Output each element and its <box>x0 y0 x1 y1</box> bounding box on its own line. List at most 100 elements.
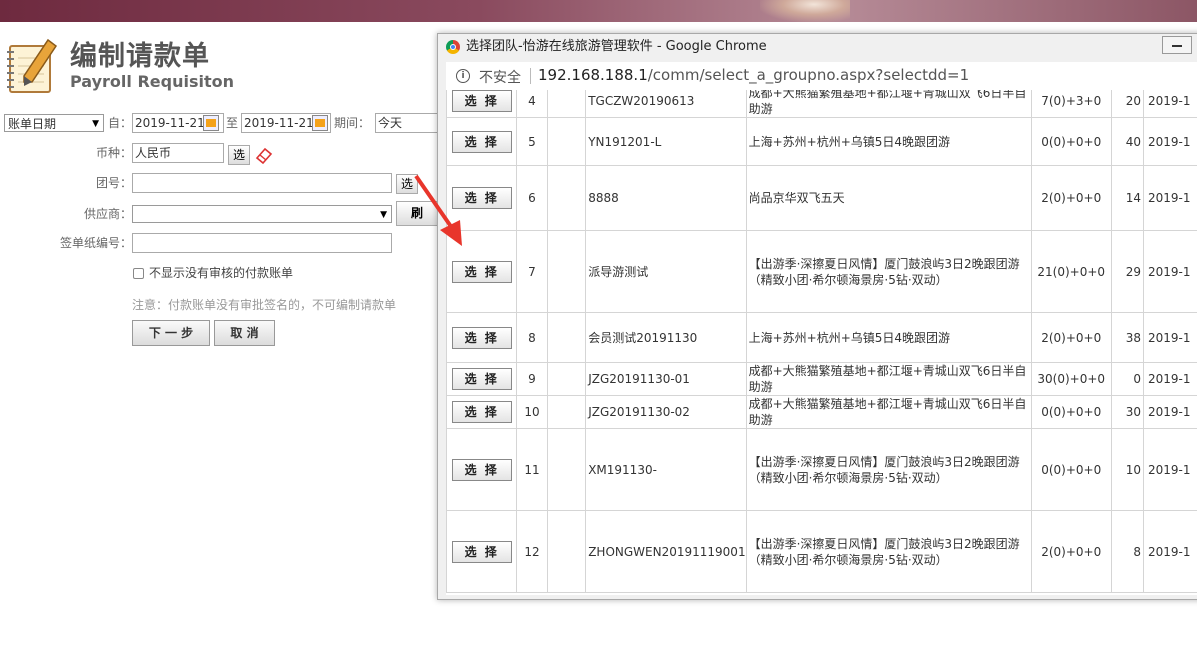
select-cell: 选 择 <box>446 117 518 166</box>
table-row: 选 择 10 JZG20191130-02 成都+大熊猫繁殖基地+都江堰+青城山双飞6… <box>446 395 1197 429</box>
group-number: ZHONGWEN20191119001 <box>585 510 747 593</box>
table-row: 选 择 4 TGCZW20190613 成都+大熊猫繁殖基地+都江堰+青城山双飞6日半… <box>446 90 1197 118</box>
calendar-icon[interactable] <box>203 115 219 131</box>
pax-count: 0(0)+0+0 <box>1030 428 1112 511</box>
select-row-button[interactable]: 选 择 <box>451 326 512 349</box>
count-cell: 40 <box>1110 117 1144 166</box>
date-cell: 2019-1 <box>1142 395 1197 429</box>
pax-count: 0(0)+0+0 <box>1030 117 1112 166</box>
route-name: 上海+苏州+杭州+乌镇5日4晚跟团游 <box>745 312 1032 363</box>
route-name: 成都+大熊猫繁殖基地+都江堰+青城山双飞6日半自助游 <box>745 395 1032 429</box>
cancel-button[interactable]: 取 消 <box>214 320 275 346</box>
date-type-select[interactable]: 账单日期 ▼ <box>4 114 104 132</box>
minimize-button[interactable] <box>1162 36 1192 54</box>
header-banner <box>0 0 1197 22</box>
currency-label: 币种： <box>96 146 133 160</box>
blank-cell <box>546 395 587 429</box>
to-label: 至 <box>226 116 239 130</box>
url-text[interactable]: 192.168.188.1/comm/select_a_groupno.aspx… <box>538 66 969 84</box>
group-list-content: 选 择 4 TGCZW20190613 成都+大熊猫繁殖基地+都江堰+青城山双飞6日半… <box>446 90 1197 595</box>
group-number: XM191130- <box>585 428 747 511</box>
blank-cell <box>546 362 587 396</box>
next-button[interactable]: 下 一 步 <box>132 320 210 346</box>
route-name: 成都+大熊猫繁殖基地+都江堰+青城山双飞6日半自助游 <box>745 90 1032 118</box>
pax-count: 21(0)+0+0 <box>1030 230 1112 313</box>
select-cell: 选 择 <box>446 362 518 396</box>
table-row: 选 择 7 派导游测试 【出游季·深擦夏日风情】厦门鼓浪屿3日2晚跟团游（精致小团·希… <box>446 230 1197 313</box>
table-row: 选 择 11 XM191130- 【出游季·深擦夏日风情】厦门鼓浪屿3日2晚跟团游（精… <box>446 428 1197 511</box>
select-row-button[interactable]: 选 择 <box>451 368 512 390</box>
period-select[interactable]: 今天 <box>375 113 437 133</box>
date-cell: 2019-1 <box>1142 428 1197 511</box>
row-index: 6 <box>516 165 548 231</box>
date-cell: 2019-1 <box>1142 117 1197 166</box>
pax-count: 2(0)+0+0 <box>1030 165 1112 231</box>
group-number: JZG20191130-02 <box>585 395 747 429</box>
select-row-button[interactable]: 选 择 <box>451 260 512 283</box>
count-cell: 0 <box>1110 362 1144 396</box>
date-cell: 2019-1 <box>1142 165 1197 231</box>
group-number: JZG20191130-01 <box>585 362 747 396</box>
address-bar[interactable]: i 不安全 192.168.188.1/comm/select_a_groupn… <box>446 62 1197 90</box>
select-row-button[interactable]: 选 择 <box>451 90 512 112</box>
date-cell: 2019-1 <box>1142 230 1197 313</box>
group-number: YN191201-L <box>585 117 747 166</box>
count-cell: 20 <box>1110 90 1144 118</box>
count-cell: 29 <box>1110 230 1144 313</box>
window-title: 选择团队-怡游在线旅游管理软件 - Google Chrome <box>466 39 767 54</box>
row-index: 11 <box>516 428 548 511</box>
currency-select-button[interactable]: 选 <box>228 145 250 165</box>
date-type-value: 账单日期 <box>8 117 57 131</box>
group-number: 会员测试20191130 <box>585 312 747 363</box>
info-icon[interactable]: i <box>456 69 470 83</box>
row-index: 4 <box>516 90 548 118</box>
route-name: 【出游季·深擦夏日风情】厦门鼓浪屿3日2晚跟团游（精致小团·希尔顿海景房·5钻·… <box>745 428 1032 511</box>
notepad-pen-icon <box>7 38 58 93</box>
date-cell: 2019-1 <box>1142 362 1197 396</box>
page-title: 编制请款单 <box>70 41 210 72</box>
row-index: 9 <box>516 362 548 396</box>
group-number: 派导游测试 <box>585 230 747 313</box>
pax-count: 30(0)+0+0 <box>1030 362 1112 396</box>
select-row-button[interactable]: 选 择 <box>451 401 512 423</box>
count-cell: 30 <box>1110 395 1144 429</box>
route-name: 【出游季·深擦夏日风情】厦门鼓浪屿3日2晚跟团游（精致小团·希尔顿海景房·5钻·… <box>745 510 1032 593</box>
count-cell: 14 <box>1110 165 1144 231</box>
table-row: 选 择 8 会员测试20191130 上海+苏州+杭州+乌镇5日4晚跟团游 2(0)+0… <box>446 312 1197 363</box>
route-name: 成都+大熊猫繁殖基地+都江堰+青城山双飞6日半自助游 <box>745 362 1032 396</box>
blank-cell <box>546 90 587 118</box>
blank-cell <box>546 312 587 363</box>
currency-input[interactable]: 人民币 <box>132 143 224 163</box>
select-cell: 选 择 <box>446 312 518 363</box>
select-cell: 选 择 <box>446 395 518 429</box>
supplier-label: 供应商： <box>84 207 133 221</box>
hide-unapproved-checkbox[interactable] <box>133 268 144 279</box>
from-label: 自： <box>108 116 133 130</box>
table-row: 选 择 9 JZG20191130-01 成都+大熊猫繁殖基地+都江堰+青城山双飞6日… <box>446 362 1197 396</box>
insecure-label: 不安全 <box>479 70 521 86</box>
eraser-icon[interactable] <box>254 146 274 164</box>
row-index: 8 <box>516 312 548 363</box>
count-cell: 10 <box>1110 428 1144 511</box>
route-name: 上海+苏州+杭州+乌镇5日4晚跟团游 <box>745 117 1032 166</box>
select-cell: 选 择 <box>446 428 518 511</box>
signnum-label: 签单纸编号： <box>60 236 133 250</box>
chevron-down-icon: ▼ <box>380 210 387 220</box>
select-cell: 选 择 <box>446 510 518 593</box>
signnum-input[interactable] <box>132 233 392 253</box>
group-table: 选 择 4 TGCZW20190613 成都+大熊猫繁殖基地+都江堰+青城山双飞6日半… <box>446 90 1197 593</box>
address-divider <box>530 68 531 84</box>
select-row-button[interactable]: 选 择 <box>451 458 512 481</box>
pax-count: 7(0)+3+0 <box>1030 90 1112 118</box>
table-row: 选 择 12 ZHONGWEN20191119001 【出游季·深擦夏日风情】厦门鼓浪… <box>446 510 1197 593</box>
supplier-select[interactable]: ▼ <box>132 205 392 223</box>
date-cell: 2019-1 <box>1142 510 1197 593</box>
group-input[interactable] <box>132 173 392 193</box>
period-label: 期间： <box>334 116 371 130</box>
select-row-button[interactable]: 选 择 <box>451 540 512 563</box>
blank-cell <box>546 510 587 593</box>
note-text: 注意：付款账单没有审批签名的，不可编制请款单 <box>132 298 397 312</box>
calendar-icon[interactable] <box>312 115 328 131</box>
select-row-button[interactable]: 选 择 <box>451 130 512 153</box>
banner-image <box>760 0 850 22</box>
